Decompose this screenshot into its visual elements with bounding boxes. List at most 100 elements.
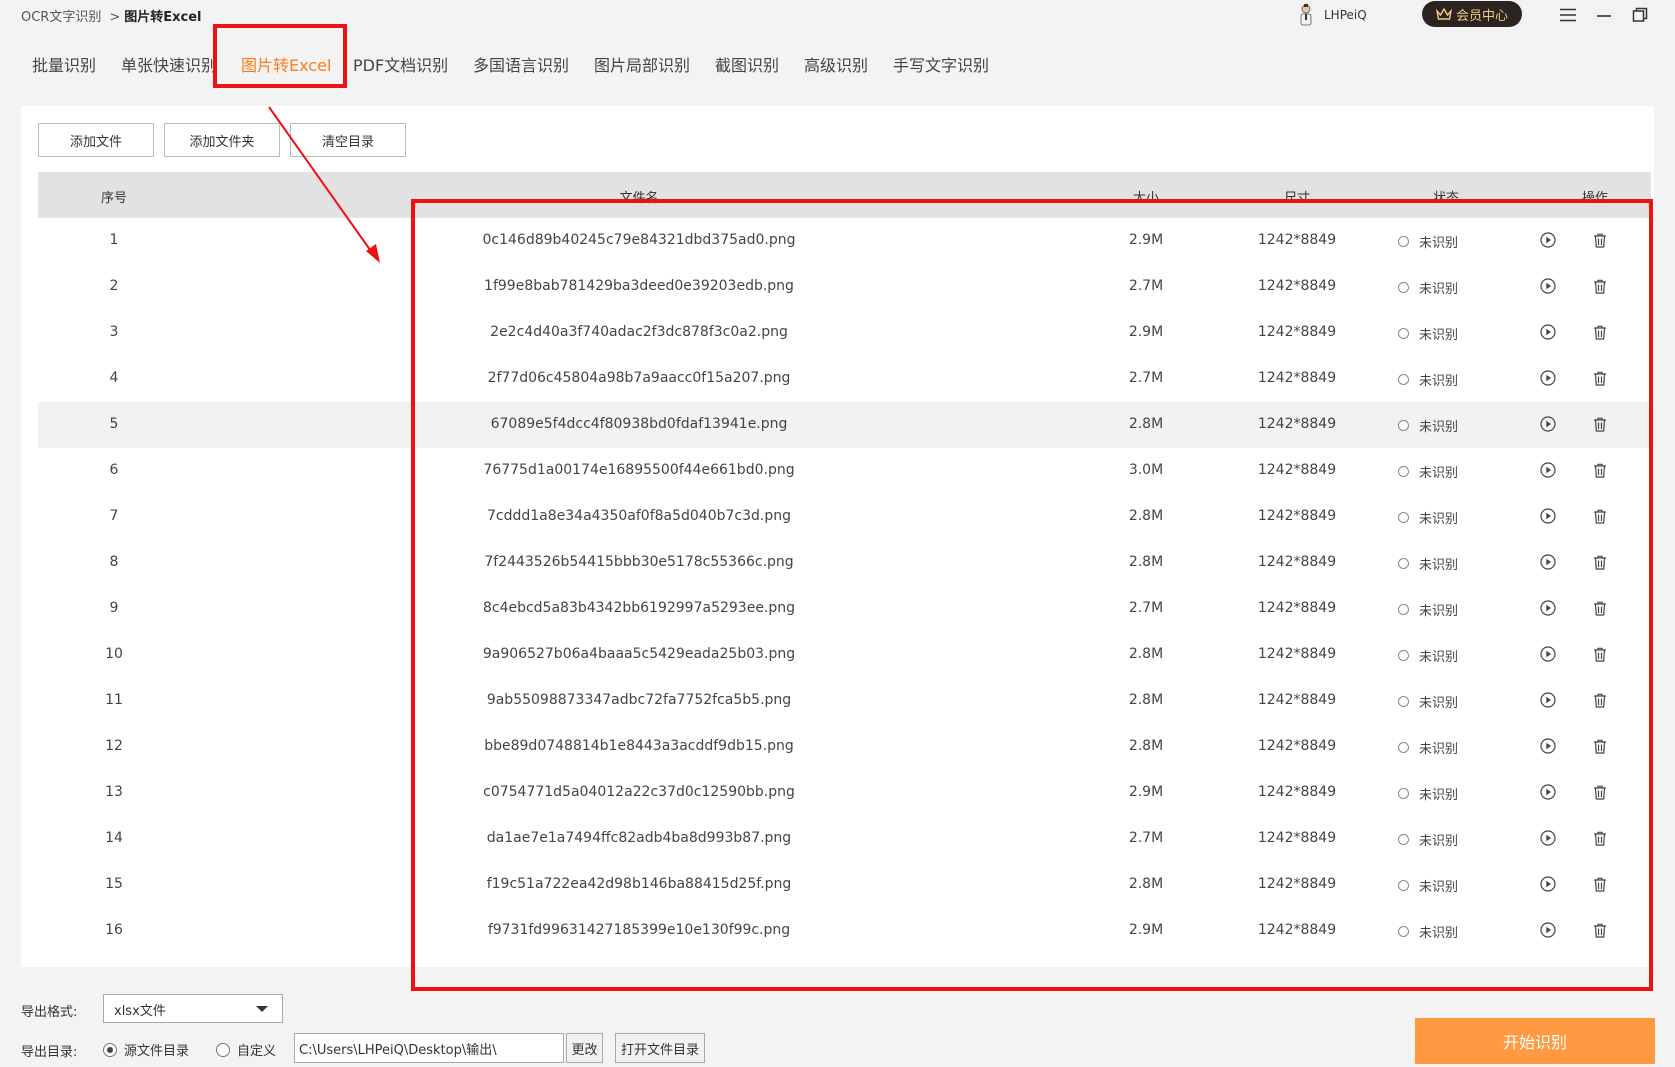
delete-row-button[interactable] xyxy=(1590,736,1610,756)
radio-source-directory[interactable]: 源文件目录 xyxy=(103,1040,189,1059)
table-row[interactable]: 10 9a906527b06a4baaa5c5429eada25b03.png 2.… xyxy=(38,632,1651,678)
table-row[interactable]: 7 7cddd1a8e34a4350af0f8a5d040b7c3d.png 2.8… xyxy=(38,494,1651,540)
export-format-label: 导出格式: xyxy=(21,1005,78,1020)
delete-row-button[interactable] xyxy=(1590,920,1610,940)
start-row-button[interactable] xyxy=(1538,322,1558,342)
start-row-button[interactable] xyxy=(1538,460,1558,480)
delete-row-button[interactable] xyxy=(1590,230,1610,250)
start-row-button[interactable] xyxy=(1538,230,1558,250)
delete-row-button[interactable] xyxy=(1590,460,1610,480)
tab-handwriting-ocr[interactable]: 手写文字识别 xyxy=(893,52,989,76)
delete-row-button[interactable] xyxy=(1590,690,1610,710)
row-status-text: 未识别 xyxy=(1418,512,1459,527)
tab-batch-ocr[interactable]: 批量识别 xyxy=(32,52,96,76)
vip-center-button[interactable]: 会员中心 xyxy=(1422,1,1522,27)
table-row[interactable]: 9 8c4ebcd5a83b4342bb6192997a5293ee.png 2.7… xyxy=(38,586,1651,632)
tab-advanced-ocr[interactable]: 高级识别 xyxy=(804,52,868,76)
tab-multi-language-ocr[interactable]: 多国语言识别 xyxy=(473,52,569,76)
start-row-button[interactable] xyxy=(1538,276,1558,296)
delete-row-button[interactable] xyxy=(1590,414,1610,434)
start-row-button[interactable] xyxy=(1538,828,1558,848)
play-icon xyxy=(1540,232,1556,248)
table-row[interactable]: 8 7f2443526b54415bbb30e5178c55366c.png 2.8… xyxy=(38,540,1651,586)
trash-icon xyxy=(1594,647,1606,662)
user-info[interactable]: LHPeiQ xyxy=(1298,4,1367,26)
table-row[interactable]: 5 67089e5f4dcc4f80938bd0fdaf13941e.png 2.8… xyxy=(38,402,1651,448)
start-row-button[interactable] xyxy=(1538,368,1558,388)
row-index: 2 xyxy=(109,278,119,294)
row-index: 13 xyxy=(105,784,123,800)
radio-source-directory-label: 源文件目录 xyxy=(124,1044,190,1059)
row-filename: 8c4ebcd5a83b4342bb6192997a5293ee.png xyxy=(482,600,796,616)
delete-row-button[interactable] xyxy=(1590,828,1610,848)
clear-list-button[interactable]: 清空目录 xyxy=(290,123,406,157)
table-row[interactable]: 4 2f77d06c45804a98b7a9aacc0f15a207.png 2.7… xyxy=(38,356,1651,402)
maximize-button[interactable] xyxy=(1628,3,1652,27)
delete-row-button[interactable] xyxy=(1590,506,1610,526)
start-row-button[interactable] xyxy=(1538,736,1558,756)
row-status-text: 未识别 xyxy=(1418,880,1459,895)
table-row[interactable]: 2 1f99e8bab781429ba3deed0e39203edb.png 2.7… xyxy=(38,264,1651,310)
table-row[interactable]: 14 da1ae7e1a7494ffc82adb4ba8d993b87.png 2.… xyxy=(38,816,1651,862)
delete-row-button[interactable] xyxy=(1590,782,1610,802)
start-row-button[interactable] xyxy=(1538,414,1558,434)
breadcrumb-separator: > xyxy=(109,10,121,25)
table-row[interactable]: 15 f19c51a722ea42d98b146ba88415d25f.png 2.… xyxy=(38,862,1651,908)
open-directory-button[interactable]: 打开文件目录 xyxy=(615,1033,705,1063)
delete-row-button[interactable] xyxy=(1590,552,1610,572)
file-list-panel: 添加文件 添加文件夹 清空目录 序号 文件名 大小 尺寸 状态 操作 1 0c14… xyxy=(21,106,1654,967)
radio-custom-directory[interactable]: 自定义 xyxy=(216,1040,276,1059)
add-folder-button[interactable]: 添加文件夹 xyxy=(164,123,280,157)
start-row-button[interactable] xyxy=(1538,782,1558,802)
vip-label: 会员中心 xyxy=(1455,8,1508,24)
table-row[interactable]: 13 c0754771d5a04012a22c37d0c12590bb.png 2.… xyxy=(38,770,1651,816)
delete-row-button[interactable] xyxy=(1590,322,1610,342)
delete-row-button[interactable] xyxy=(1590,276,1610,296)
delete-row-button[interactable] xyxy=(1590,368,1610,388)
table-row[interactable]: 16 f9731fd99631427185399e10e130f99c.png 2.… xyxy=(38,908,1651,954)
table-row[interactable]: 12 bbe89d0748814b1e8443a3acddf9db15.png 2.… xyxy=(38,724,1651,770)
row-dimensions: 1242*8849 xyxy=(1257,600,1337,616)
tab-image-to-excel[interactable]: 图片转Excel xyxy=(241,52,331,76)
table-row[interactable]: 6 76775d1a00174e16895500f44e661bd0.png 3.0… xyxy=(38,448,1651,494)
tab-image-region-ocr[interactable]: 图片局部识别 xyxy=(594,52,690,76)
table-row[interactable]: 3 2e2c4d40a3f740adac2f3dc878f3c0a2.png 2.9… xyxy=(38,310,1651,356)
add-file-button[interactable]: 添加文件 xyxy=(38,123,154,157)
table-row[interactable]: 11 9ab55098873347adbc72fa7752fca5b5.png 2.… xyxy=(38,678,1651,724)
row-status: 未识别 xyxy=(1397,416,1458,435)
start-row-button[interactable] xyxy=(1538,506,1558,526)
start-row-button[interactable] xyxy=(1538,552,1558,572)
start-row-button[interactable] xyxy=(1538,920,1558,940)
start-recognition-button[interactable]: 开始识别 xyxy=(1415,1018,1655,1064)
play-icon xyxy=(1540,784,1556,800)
status-circle-icon xyxy=(1397,236,1409,247)
tab-pdf-ocr[interactable]: PDF文档识别 xyxy=(353,52,448,76)
row-dimensions: 1242*8849 xyxy=(1257,416,1337,432)
export-format-select[interactable]: xlsx文件 xyxy=(103,994,283,1023)
row-index: 5 xyxy=(109,416,119,432)
play-icon xyxy=(1540,876,1556,892)
status-circle-icon xyxy=(1397,650,1409,661)
row-status-text: 未识别 xyxy=(1418,466,1459,481)
delete-row-button[interactable] xyxy=(1590,644,1610,664)
row-size: 2.9M xyxy=(1128,922,1164,938)
table-row[interactable]: 1 0c146d89b40245c79e84321dbd375ad0.png 2.9… xyxy=(38,218,1651,264)
start-row-button[interactable] xyxy=(1538,598,1558,618)
delete-row-button[interactable] xyxy=(1590,598,1610,618)
change-directory-button[interactable]: 更改 xyxy=(566,1033,603,1063)
start-row-button[interactable] xyxy=(1538,874,1558,894)
row-dimensions: 1242*8849 xyxy=(1257,508,1337,524)
row-size: 2.8M xyxy=(1128,692,1164,708)
status-circle-icon xyxy=(1397,834,1409,845)
tab-screenshot-ocr[interactable]: 截图识别 xyxy=(715,52,779,76)
minimize-button[interactable] xyxy=(1592,3,1616,27)
start-row-button[interactable] xyxy=(1538,690,1558,710)
export-path-input[interactable] xyxy=(294,1033,564,1063)
tab-single-quick-ocr[interactable]: 单张快速识别 xyxy=(121,52,217,76)
breadcrumb: OCR文字识别 > 图片转Excel xyxy=(21,6,202,25)
menu-button[interactable] xyxy=(1556,3,1580,27)
status-circle-icon xyxy=(1397,788,1409,799)
delete-row-button[interactable] xyxy=(1590,874,1610,894)
breadcrumb-root[interactable]: OCR文字识别 xyxy=(21,10,101,25)
start-row-button[interactable] xyxy=(1538,644,1558,664)
